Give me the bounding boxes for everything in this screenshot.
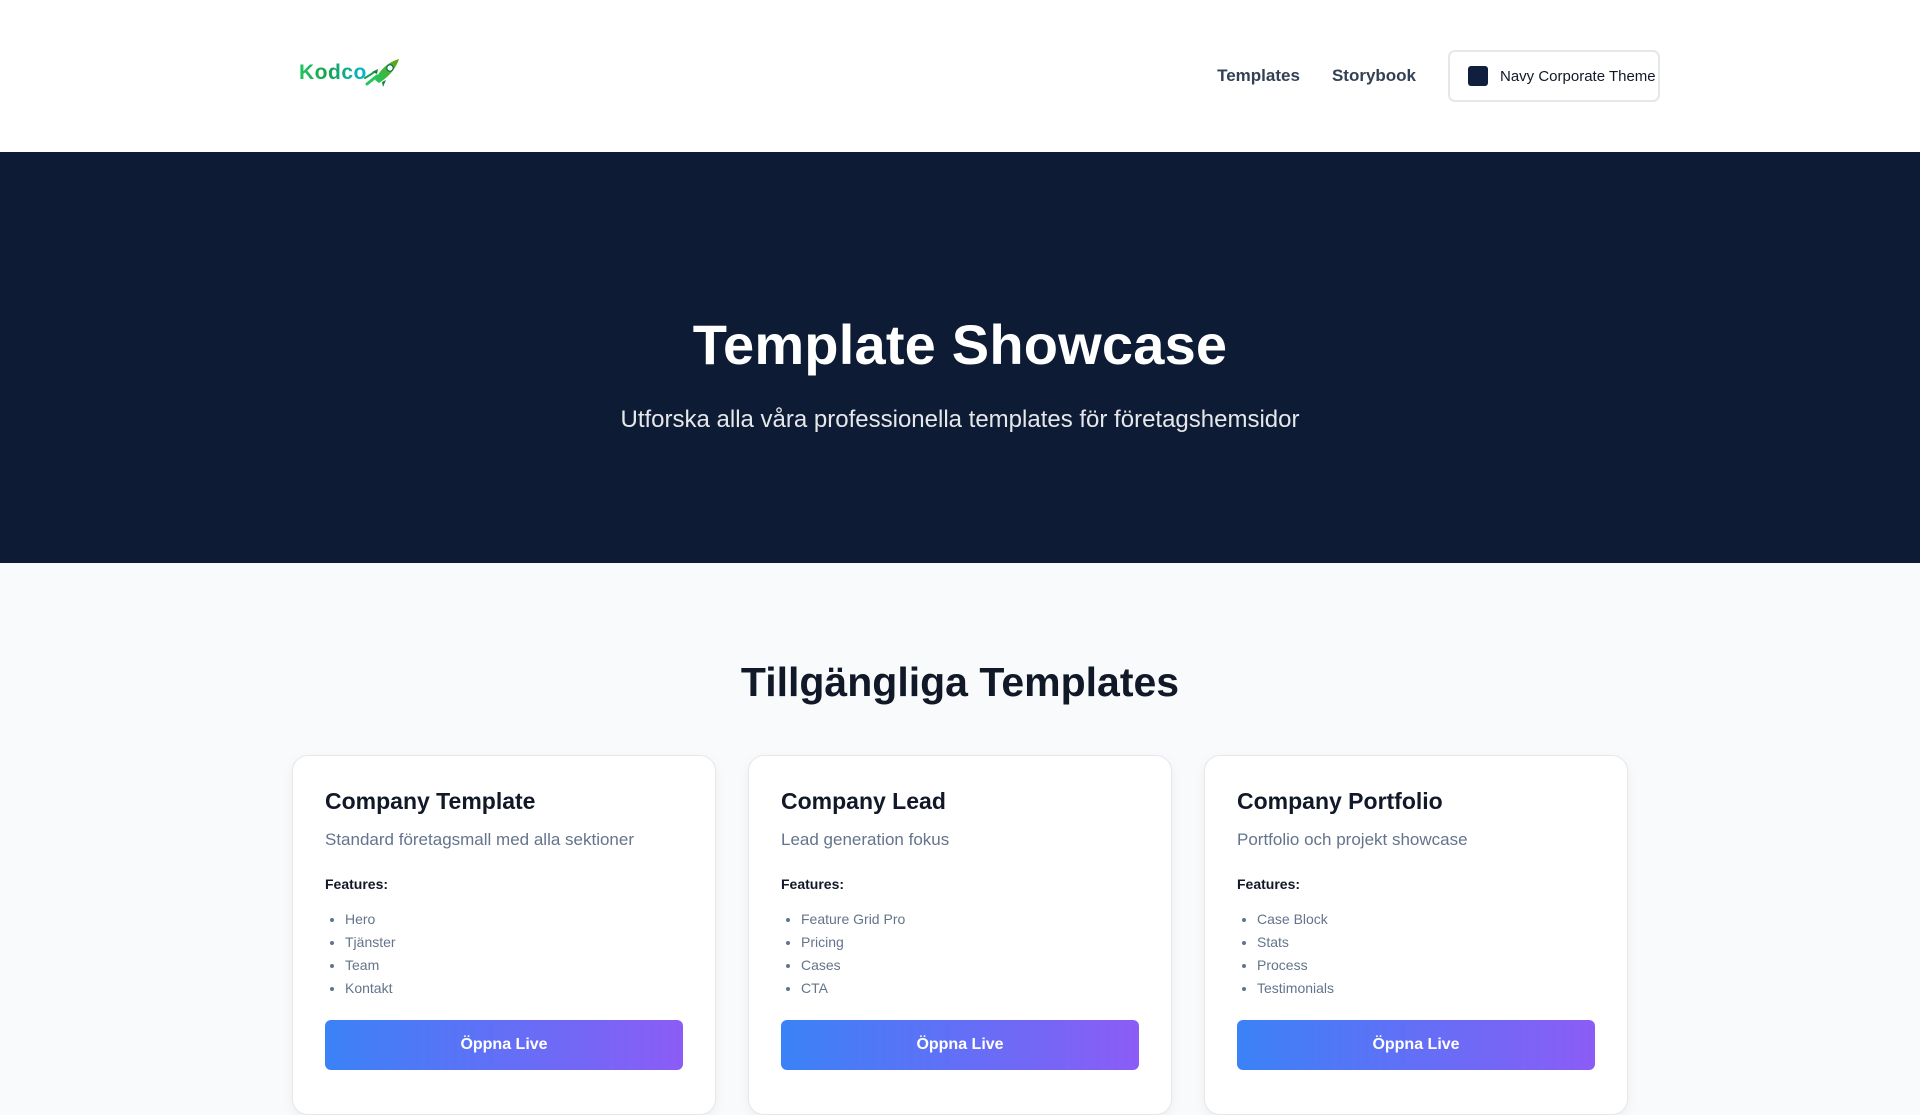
- feature-item: CTA: [801, 977, 1139, 1000]
- card-title: Company Lead: [781, 788, 946, 814]
- template-card: Company Lead Lead generation fokus Featu…: [748, 755, 1172, 1115]
- nav-templates-link[interactable]: Templates: [1217, 66, 1300, 86]
- theme-color-swatch: [1468, 66, 1488, 86]
- features-list: Case Block Stats Process Testimonials: [1237, 908, 1595, 1000]
- feature-item: Case Block: [1257, 908, 1595, 931]
- main-nav: Templates Storybook Navy Corporate Theme: [1217, 50, 1660, 102]
- card-title: Company Portfolio: [1237, 788, 1443, 814]
- feature-item: Tjänster: [345, 931, 683, 954]
- card-description: Portfolio och projekt showcase: [1237, 830, 1468, 849]
- logo-text: Kodco: [299, 61, 367, 84]
- feature-item: Stats: [1257, 931, 1595, 954]
- feature-item: Testimonials: [1257, 977, 1595, 1000]
- feature-item: Kontakt: [345, 977, 683, 1000]
- rocket-icon: [363, 59, 399, 87]
- template-cards: Company Template Standard företagsmall m…: [292, 755, 1628, 1115]
- hero-section: Template Showcase Utforska alla våra pro…: [0, 152, 1920, 563]
- open-live-button[interactable]: Öppna Live: [1237, 1020, 1595, 1070]
- hero-title: Template Showcase: [692, 313, 1228, 376]
- feature-item: Pricing: [801, 931, 1139, 954]
- feature-item: Hero: [345, 908, 683, 931]
- open-live-button[interactable]: Öppna Live: [781, 1020, 1139, 1070]
- card-description: Standard företagsmall med alla sektioner: [325, 830, 634, 849]
- nav-storybook-link[interactable]: Storybook: [1332, 66, 1416, 86]
- logo[interactable]: Kodco: [299, 56, 403, 90]
- features-label: Features:: [781, 876, 845, 892]
- open-live-button[interactable]: Öppna Live: [325, 1020, 683, 1070]
- theme-selector-button[interactable]: Navy Corporate Theme: [1448, 50, 1660, 102]
- feature-item: Team: [345, 954, 683, 977]
- template-card: Company Template Standard företagsmall m…: [292, 755, 716, 1115]
- features-list: Hero Tjänster Team Kontakt: [325, 908, 683, 1000]
- features-label: Features:: [325, 876, 389, 892]
- templates-section: Tillgängliga Templates Company Template …: [0, 563, 1920, 1115]
- section-title: Tillgängliga Templates: [740, 659, 1180, 705]
- features-label: Features:: [1237, 876, 1301, 892]
- feature-item: Process: [1257, 954, 1595, 977]
- hero-subtitle: Utforska alla våra professionella templa…: [620, 406, 1300, 433]
- card-title: Company Template: [325, 788, 536, 814]
- theme-label: Navy Corporate Theme: [1500, 67, 1656, 85]
- site-header: Kodco Templates Storybook Navy Corporate…: [0, 0, 1920, 152]
- card-description: Lead generation fokus: [781, 830, 950, 849]
- feature-item: Feature Grid Pro: [801, 908, 1139, 931]
- features-list: Feature Grid Pro Pricing Cases CTA: [781, 908, 1139, 1000]
- template-card: Company Portfolio Portfolio och projekt …: [1204, 755, 1628, 1115]
- feature-item: Cases: [801, 954, 1139, 977]
